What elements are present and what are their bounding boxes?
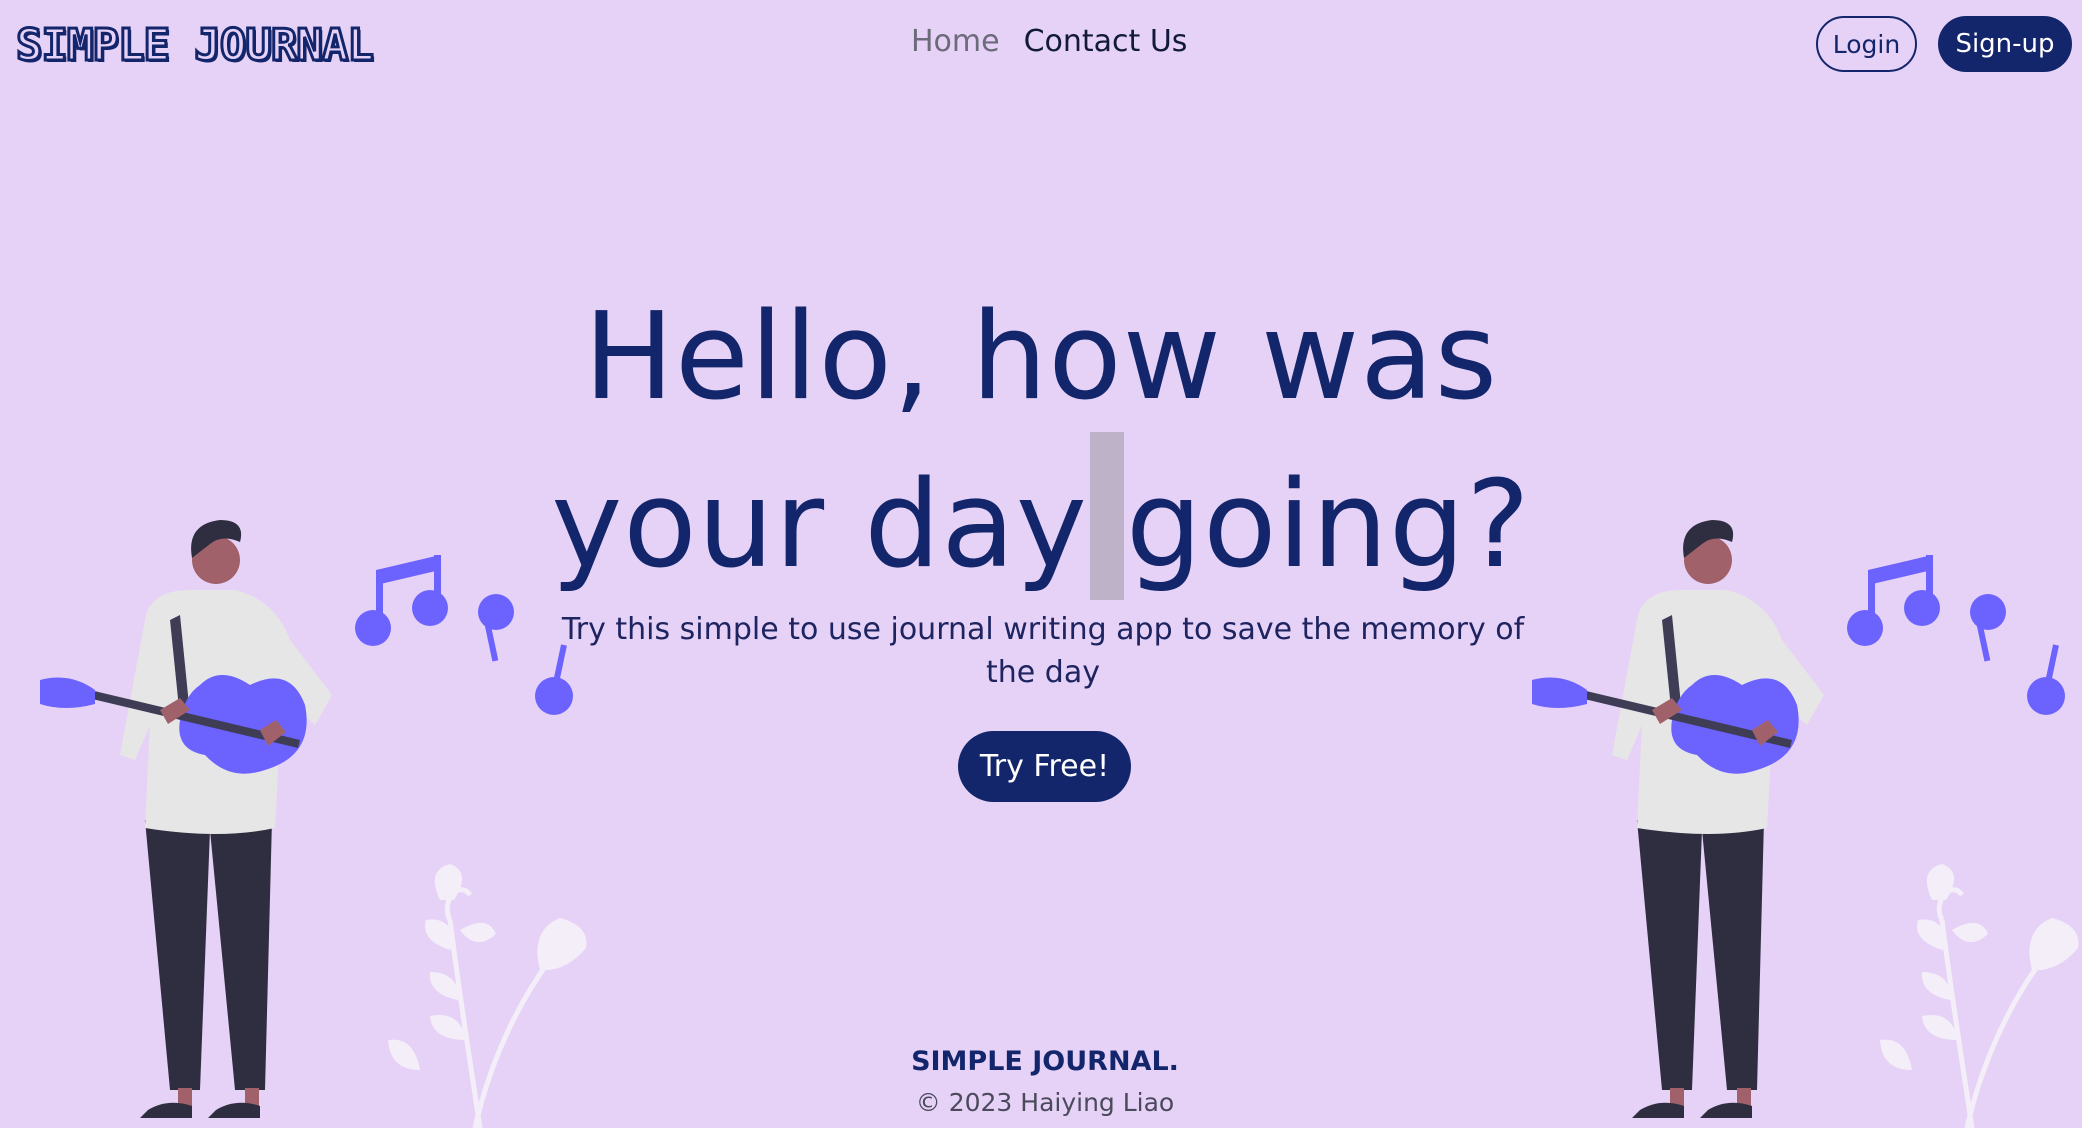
typing-cursor — [1089, 432, 1124, 600]
hero-subtitle: Try this simple to use journal writing a… — [561, 612, 1525, 690]
logo[interactable]: SIMPLE JOURNAL — [15, 19, 376, 73]
hero-heading-line2-start: your day — [551, 456, 1088, 595]
hero-heading-line2-end: going? — [1125, 456, 1531, 595]
footer-brand: SIMPLE JOURNAL. — [911, 1046, 1179, 1077]
hero-heading-line1: Hello, how was — [583, 288, 1499, 427]
hero-heading-line2: your day going? — [0, 432, 2082, 600]
signup-button[interactable]: Sign-up — [1938, 16, 2072, 72]
login-button[interactable]: Login — [1816, 16, 1917, 72]
nav-home-link[interactable]: Home — [911, 24, 1000, 59]
try-free-button[interactable]: Try Free! — [958, 731, 1131, 802]
main-nav: Home Contact Us — [911, 24, 1187, 59]
nav-contact-link[interactable]: Contact Us — [1024, 24, 1188, 59]
footer-copyright: © 2023 Haiying Liao — [915, 1088, 1175, 1117]
